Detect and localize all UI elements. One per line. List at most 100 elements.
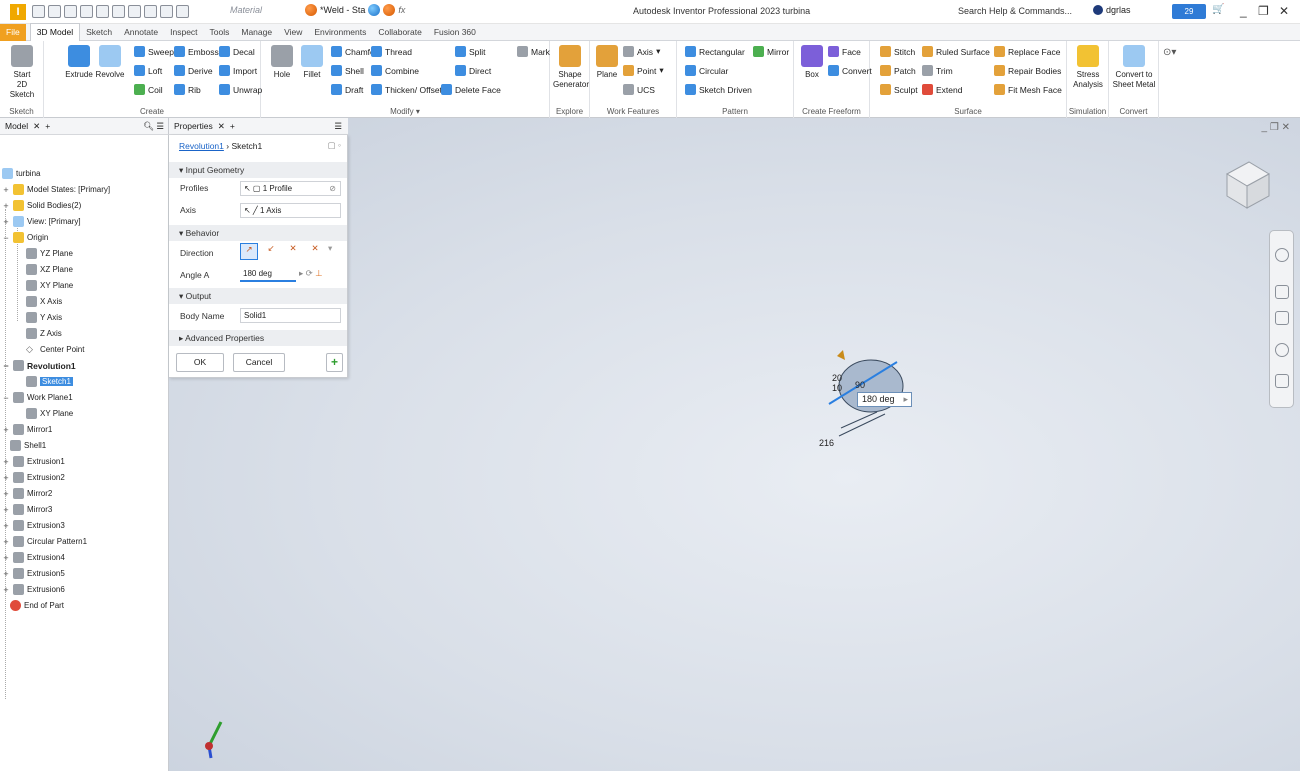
fillet-button[interactable]: Fillet	[298, 45, 326, 80]
tree-end-of-part[interactable]: End of Part	[10, 599, 64, 612]
repair-bodies-button[interactable]: Repair Bodies	[994, 65, 1061, 76]
tree-model-states[interactable]: + Model States: [Primary]	[2, 183, 110, 196]
circular-pattern-button[interactable]: Circular	[685, 65, 728, 76]
tab-environments[interactable]: Environments	[308, 24, 372, 41]
tree-extrusion3[interactable]: + Extrusion3	[2, 519, 65, 532]
material-dropdown[interactable]: Material	[230, 5, 262, 15]
section-output[interactable]: ▾ Output	[169, 288, 347, 304]
tree-mirror1[interactable]: + Mirror1	[2, 423, 52, 436]
shell-button[interactable]: Shell	[331, 65, 364, 76]
direction-symmetric-icon[interactable]: ✕	[284, 243, 302, 260]
close-tab-icon[interactable]: ✕	[218, 121, 225, 132]
ok-button[interactable]: OK	[176, 353, 224, 372]
undo-icon[interactable]	[80, 5, 93, 18]
direct-button[interactable]: Direct	[455, 65, 491, 76]
direction-default-icon[interactable]: ↗	[240, 243, 258, 260]
close-tab-icon[interactable]: ✕	[33, 121, 40, 132]
open-icon[interactable]	[48, 5, 61, 18]
axis-button[interactable]: Axis ▾	[623, 46, 660, 57]
tab-manage[interactable]: Manage	[235, 24, 278, 41]
patch-button[interactable]: Patch	[880, 65, 916, 76]
expand-icon[interactable]: +	[2, 521, 10, 531]
adjust-icon[interactable]	[368, 4, 381, 16]
tab-fusion-360[interactable]: Fusion 360	[428, 24, 482, 41]
tab-annotate[interactable]: Annotate	[118, 24, 164, 41]
modify-dropdown[interactable]: Modify ▾	[261, 107, 549, 116]
section-advanced-properties[interactable]: ▸ Advanced Properties	[169, 330, 347, 346]
orbit-icon[interactable]	[1275, 343, 1289, 357]
ucs-button[interactable]: UCS	[623, 84, 655, 95]
thread-button[interactable]: Thread	[371, 46, 412, 57]
section-behavior[interactable]: ▾ Behavior	[169, 225, 347, 241]
angle-options-icon[interactable]: ▸ ⟳ ⊥	[299, 268, 323, 279]
shape-generator-button[interactable]: Shape Generator	[553, 45, 589, 90]
plane-button[interactable]: Plane	[594, 45, 620, 80]
loft-button[interactable]: Loft	[134, 65, 162, 76]
hole-button[interactable]: Hole	[268, 45, 296, 80]
box-button[interactable]: Box	[799, 45, 825, 80]
clear-override-icon[interactable]	[176, 5, 189, 18]
rib-button[interactable]: Rib	[174, 84, 201, 95]
preset-icon[interactable]: ▢ ◦	[328, 140, 341, 151]
tree-xy-plane[interactable]: XY Plane	[26, 279, 73, 292]
body-name-input[interactable]: Solid1	[240, 308, 341, 323]
collapse-icon[interactable]: −	[2, 233, 10, 243]
direction-flipped-icon[interactable]: ↙	[262, 243, 280, 260]
collapse-icon[interactable]: −	[2, 361, 10, 371]
sculpt-button[interactable]: Sculpt	[880, 84, 918, 95]
select-icon[interactable]	[144, 5, 157, 18]
inventor-logo-icon[interactable]: I	[10, 4, 26, 20]
rectangular-pattern-button[interactable]: Rectangular	[685, 46, 745, 57]
tab-3d-model[interactable]: 3D Model	[29, 23, 81, 41]
mark-button[interactable]: Mark	[517, 46, 550, 57]
trial-clock-badge[interactable]: 29	[1172, 4, 1206, 19]
new-icon[interactable]	[32, 5, 45, 18]
expand-icon[interactable]: +	[2, 569, 10, 579]
expand-icon[interactable]: +	[2, 217, 10, 227]
replace-face-button[interactable]: Replace Face	[994, 46, 1060, 57]
menu-icon[interactable]: ☰	[334, 121, 342, 132]
sweep-button[interactable]: Sweep	[134, 46, 174, 57]
tree-x-axis[interactable]: X Axis	[26, 295, 62, 308]
sketch-driven-pattern-button[interactable]: Sketch Driven	[685, 84, 752, 95]
tree-extrusion1[interactable]: + Extrusion1	[2, 455, 65, 468]
add-tab-icon[interactable]: +	[230, 121, 235, 131]
tab-sketch[interactable]: Sketch	[80, 24, 118, 41]
decal-button[interactable]: Decal	[219, 46, 255, 57]
angle-a-input[interactable]: 180 deg	[240, 267, 296, 282]
tree-circular-pattern1[interactable]: + Circular Pattern1	[2, 535, 87, 548]
expand-icon[interactable]: +	[2, 505, 10, 515]
tree-yz-plane[interactable]: YZ Plane	[26, 247, 73, 260]
fx-icon[interactable]: fx	[398, 5, 405, 15]
redo-icon[interactable]	[96, 5, 109, 18]
update-icon[interactable]	[128, 5, 141, 18]
clear-icon[interactable]: ⊘	[329, 182, 336, 195]
thicken-offset-button[interactable]: Thicken/ Offset	[371, 84, 442, 95]
breadcrumb-revolution1[interactable]: Revolution1	[179, 141, 224, 151]
convert-to-sheet-metal-button[interactable]: Convert to Sheet Metal	[1112, 45, 1156, 90]
minimize-button[interactable]: _	[1240, 4, 1247, 18]
tab-view[interactable]: View	[278, 24, 308, 41]
mirror-button[interactable]: Mirror	[753, 46, 789, 57]
expand-icon[interactable]: +	[2, 473, 10, 483]
tree-extrusion5[interactable]: + Extrusion5	[2, 567, 65, 580]
derive-button[interactable]: Derive	[174, 65, 213, 76]
save-icon[interactable]	[64, 5, 77, 18]
restore-button[interactable]: ❐	[1258, 4, 1269, 18]
start-2d-sketch-button[interactable]: Start 2D Sketch	[5, 45, 39, 100]
tab-properties[interactable]: Properties	[174, 121, 213, 131]
pan-icon[interactable]	[1275, 285, 1289, 299]
viewport-window-controls-icon[interactable]: _ ❐ ✕	[1262, 122, 1290, 133]
tab-tools[interactable]: Tools	[204, 24, 236, 41]
trim-button[interactable]: Trim	[922, 65, 953, 76]
add-tab-icon[interactable]: +	[45, 121, 50, 131]
apply-new-button[interactable]: +	[326, 353, 343, 372]
viewcube-icon[interactable]	[1219, 156, 1271, 212]
tree-origin[interactable]: − Origin	[2, 231, 48, 244]
tree-center-point[interactable]: ◇ Center Point	[26, 343, 84, 356]
tree-xz-plane[interactable]: XZ Plane	[26, 263, 73, 276]
axis-selector[interactable]: ↖ ╱ 1 Axis	[240, 203, 341, 218]
stress-analysis-button[interactable]: Stress Analysis	[1070, 45, 1106, 90]
emboss-button[interactable]: Emboss	[174, 46, 219, 57]
tree-mirror2[interactable]: + Mirror2	[2, 487, 52, 500]
